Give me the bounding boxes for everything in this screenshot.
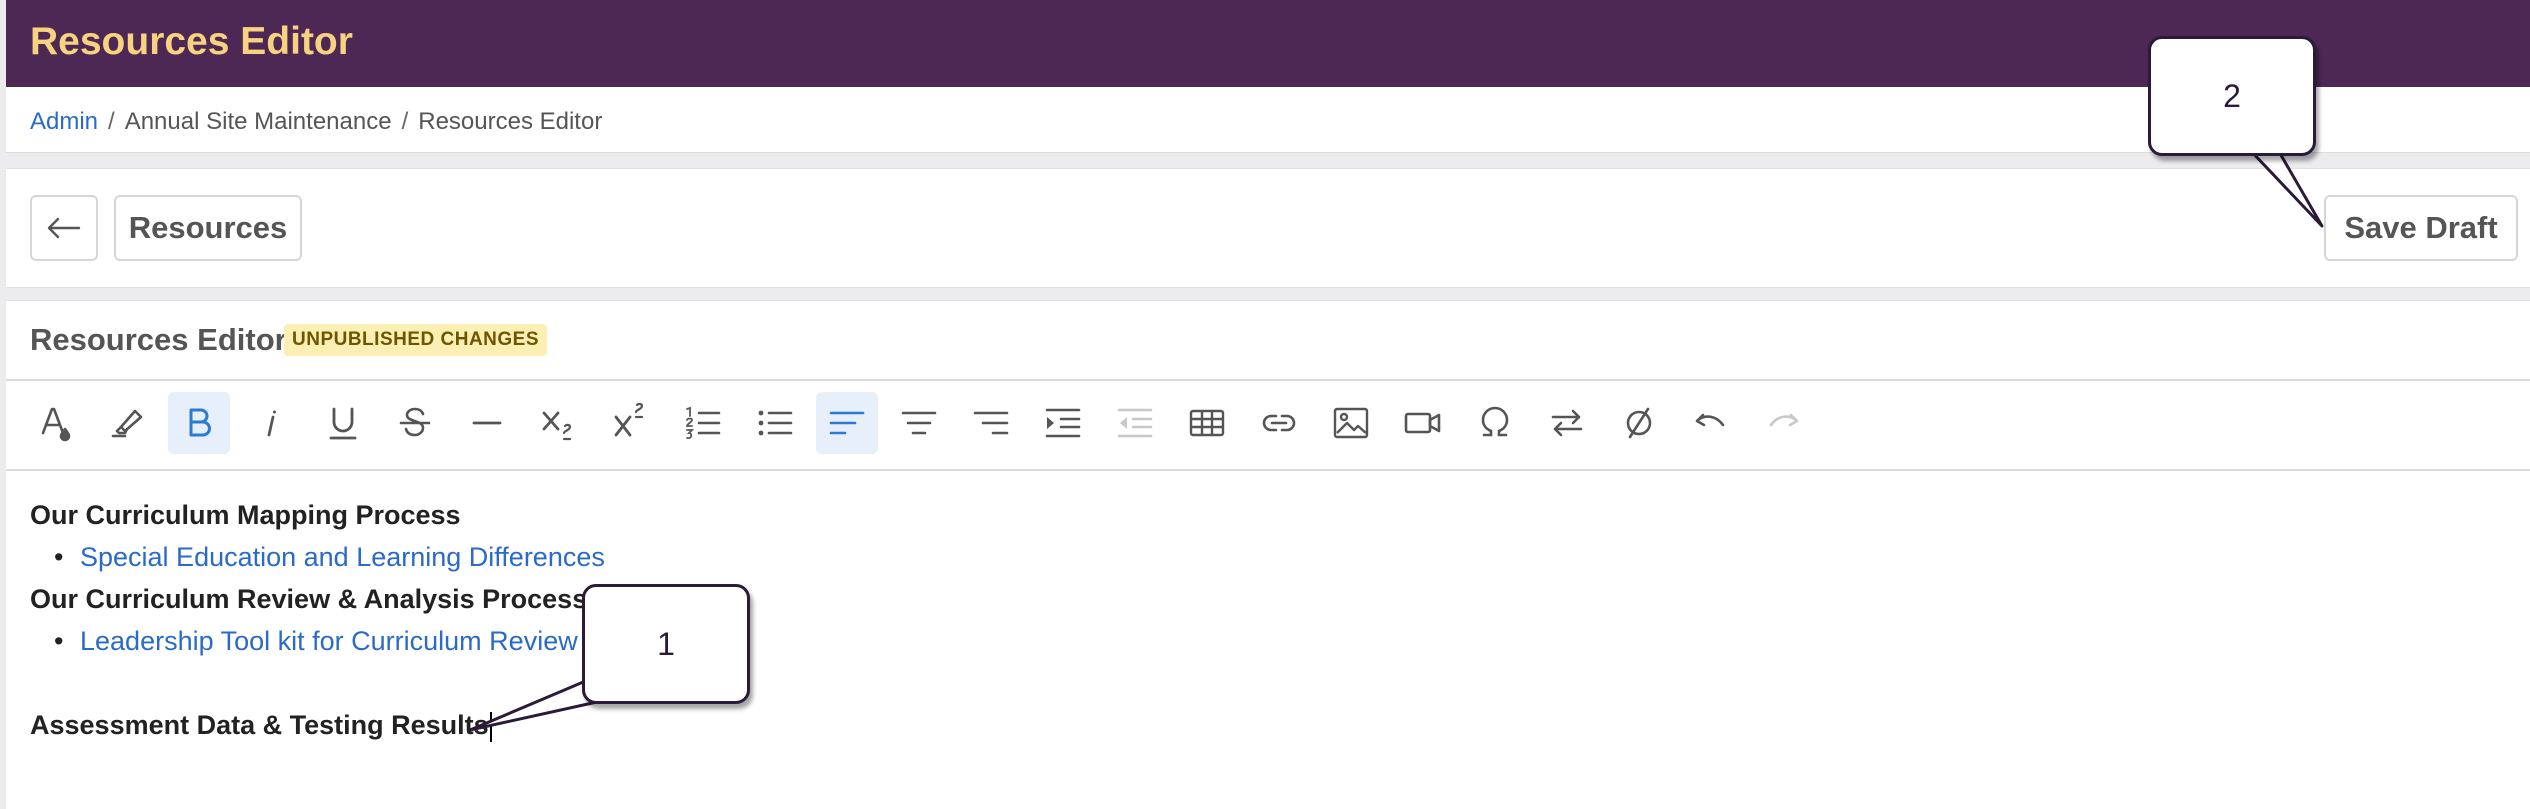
superscript-icon xyxy=(614,403,644,437)
link-leadership-toolkit[interactable]: Leadership Tool kit for Curriculum Revie… xyxy=(80,626,578,656)
special-character-button[interactable] xyxy=(1464,392,1526,454)
list-item: • Leadership Tool kit for Curriculum Revi… xyxy=(54,626,578,657)
bullet-icon: • xyxy=(54,626,64,656)
text-color-button[interactable] xyxy=(24,392,86,454)
underline-icon xyxy=(329,407,357,440)
indent-icon xyxy=(1045,408,1081,438)
undo-button[interactable] xyxy=(1680,392,1742,454)
horizontal-rule-button[interactable] xyxy=(456,392,518,454)
editor-title: Resources Editor xyxy=(30,322,287,357)
arrow-left-icon xyxy=(47,217,81,239)
align-center-button[interactable] xyxy=(888,392,950,454)
bullet-icon: • xyxy=(54,542,64,572)
link-icon xyxy=(1262,414,1296,432)
indent-button[interactable] xyxy=(1032,392,1094,454)
undo-icon xyxy=(1695,413,1725,427)
status-badge: UNPUBLISHED CHANGES xyxy=(284,324,548,356)
redo-icon xyxy=(1769,413,1799,427)
bullet-list-icon xyxy=(758,410,793,436)
superscript-button[interactable] xyxy=(600,392,662,454)
align-right-button[interactable] xyxy=(960,392,1022,454)
outdent-icon xyxy=(1117,408,1153,438)
text-direction-button[interactable] xyxy=(1536,392,1598,454)
clear-formatting-icon xyxy=(1626,407,1652,439)
special-character-icon xyxy=(1481,406,1509,437)
text-direction-icon xyxy=(1551,409,1583,437)
annotation-callout-2: 2 xyxy=(2148,36,2316,156)
bullet-list-button[interactable] xyxy=(744,392,806,454)
image-button[interactable] xyxy=(1320,392,1382,454)
formatting-toolbar xyxy=(6,381,2530,471)
breadcrumb-separator: / xyxy=(108,108,115,135)
outdent-button[interactable] xyxy=(1104,392,1166,454)
italic-button[interactable] xyxy=(240,392,302,454)
editor-header: Resources Editor UNPUBLISHED CHANGES xyxy=(6,301,2530,381)
image-icon xyxy=(1333,407,1369,439)
breadcrumb-separator: / xyxy=(401,108,409,135)
ordered-list-icon xyxy=(686,406,721,439)
app-title: Resources Editor xyxy=(30,20,353,63)
resources-button[interactable]: Resources xyxy=(114,195,302,261)
content-heading-assessment-data: Assessment Data & Testing Results xyxy=(30,710,492,742)
link-special-education[interactable]: Special Education and Learning Differenc… xyxy=(80,542,605,572)
align-center-icon xyxy=(901,411,937,435)
strikethrough-button[interactable] xyxy=(384,392,446,454)
bold-icon xyxy=(189,408,211,437)
highlight-icon xyxy=(111,409,143,438)
subscript-icon xyxy=(542,411,572,441)
strikethrough-icon xyxy=(399,407,431,437)
video-icon xyxy=(1404,412,1441,434)
save-draft-button[interactable]: Save Draft xyxy=(2324,195,2518,261)
table-icon xyxy=(1189,409,1225,437)
align-left-button[interactable] xyxy=(816,392,878,454)
editor-card: Resources Editor UNPUBLISHED CHANGES Our… xyxy=(6,300,2530,809)
clear-formatting-button[interactable] xyxy=(1608,392,1670,454)
table-button[interactable] xyxy=(1176,392,1238,454)
bold-button[interactable] xyxy=(168,392,230,454)
text-color-icon xyxy=(41,407,71,442)
text-cursor xyxy=(489,711,492,742)
video-button[interactable] xyxy=(1392,392,1454,454)
link-button[interactable] xyxy=(1248,392,1310,454)
back-button[interactable] xyxy=(30,195,98,261)
content-heading-curriculum-review: Our Curriculum Review & Analysis Process xyxy=(30,584,588,614)
breadcrumb-annual-site-maintenance: Annual Site Maintenance xyxy=(124,108,392,135)
align-right-icon xyxy=(973,411,1009,435)
italic-icon xyxy=(267,410,276,437)
annotation-callout-1: 1 xyxy=(582,584,750,704)
list-item: • Special Education and Learning Differen… xyxy=(54,542,605,573)
breadcrumb-admin-link[interactable]: Admin xyxy=(30,108,98,135)
ordered-list-button[interactable] xyxy=(672,392,734,454)
redo-button[interactable] xyxy=(1752,392,1814,454)
subscript-button[interactable] xyxy=(528,392,590,454)
highlight-button[interactable] xyxy=(96,392,158,454)
align-left-icon xyxy=(829,411,865,435)
assessment-heading-text: Assessment Data & Testing Results xyxy=(30,710,489,740)
horizontal-rule-icon xyxy=(472,421,502,425)
page-toolbar: Resources Save Draft xyxy=(6,168,2530,288)
underline-button[interactable] xyxy=(312,392,374,454)
content-heading-curriculum-mapping: Our Curriculum Mapping Process xyxy=(30,500,461,530)
breadcrumb-current: Resources Editor xyxy=(418,108,603,135)
